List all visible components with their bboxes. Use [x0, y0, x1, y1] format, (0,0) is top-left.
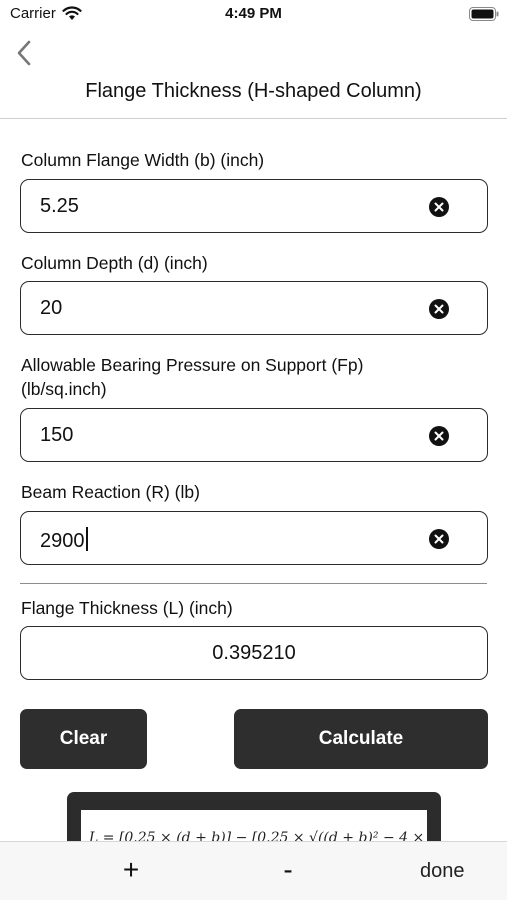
bearing-pressure-unit-label: (lb/sq.inch) — [21, 379, 107, 399]
column-depth-label: Column Depth (d) (inch) — [21, 253, 208, 273]
beam-reaction-value-wrap: 2900 — [40, 527, 88, 553]
flange-thickness-result: 0.395210 — [20, 626, 488, 680]
column-depth-input[interactable]: 20 — [20, 281, 488, 335]
bearing-pressure-input[interactable]: 150 — [20, 408, 488, 462]
beam-reaction-value: 2900 — [40, 530, 85, 552]
clear-x-icon[interactable] — [429, 529, 449, 549]
flange-width-label: Column Flange Width (b) (inch) — [21, 150, 265, 170]
flange-thickness-value: 0.395210 — [212, 642, 296, 664]
flange-width-value: 5.25 — [40, 195, 79, 217]
clear-x-icon[interactable] — [429, 426, 449, 446]
flange-thickness-label: Flange Thickness (L) (inch) — [21, 598, 233, 618]
clear-button[interactable]: Clear — [20, 709, 147, 769]
clock: 4:49 PM — [225, 5, 282, 22]
beam-reaction-label: Beam Reaction (R) (lb) — [21, 482, 200, 502]
bearing-pressure-value: 150 — [40, 424, 74, 446]
section-divider — [20, 583, 487, 584]
battery-icon — [469, 7, 499, 21]
clear-x-icon[interactable] — [429, 197, 449, 217]
plus-button[interactable]: + — [116, 850, 146, 890]
column-depth-value: 20 — [40, 297, 63, 319]
page-title: Flange Thickness (H-shaped Column) — [85, 80, 422, 102]
text-caret — [85, 527, 88, 551]
status-bar: Carrier 4:49 PM — [0, 0, 507, 30]
back-chevron-icon[interactable] — [12, 38, 38, 68]
clear-x-icon[interactable] — [429, 299, 449, 319]
minus-button[interactable]: - — [273, 850, 303, 890]
bearing-pressure-label: Allowable Bearing Pressure on Support (F… — [21, 355, 364, 375]
beam-reaction-input[interactable]: 2900 — [20, 511, 488, 565]
done-button[interactable]: done — [420, 860, 465, 883]
nav-divider — [0, 118, 507, 119]
calculate-button[interactable]: Calculate — [234, 709, 488, 769]
flange-width-input[interactable]: 5.25 — [20, 179, 488, 233]
keyboard-toolbar: + - done — [0, 841, 507, 900]
